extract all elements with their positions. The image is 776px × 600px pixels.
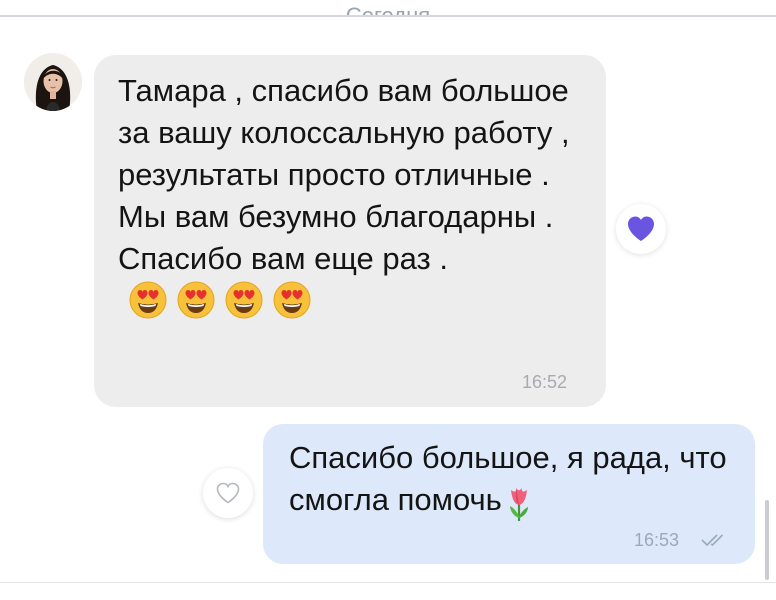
double-check-icon <box>701 534 724 547</box>
outgoing-message-text-block: Спасибо большое, я рада, что смогла помо… <box>289 437 739 522</box>
emoji-row <box>128 280 312 320</box>
purple-heart-icon <box>628 216 654 241</box>
incoming-message-text-block: Тамара , спасибо вам большое за вашу кол… <box>118 70 598 323</box>
like-button[interactable] <box>203 468 253 518</box>
heart-eyes-emoji <box>225 281 263 319</box>
date-separator: Сегодня <box>0 4 776 15</box>
outgoing-message-time: 16:53 <box>634 530 680 550</box>
heart-eyes-emoji <box>177 281 215 319</box>
avatar[interactable] <box>24 53 82 111</box>
scrollbar[interactable] <box>765 500 769 580</box>
tulip-emoji <box>509 488 528 521</box>
incoming-message-time: 16:52 <box>522 372 568 392</box>
header-divider <box>0 15 776 17</box>
heart-outline-icon <box>216 482 240 504</box>
heart-eyes-emoji <box>129 281 167 319</box>
message-reaction[interactable] <box>616 204 666 254</box>
heart-eyes-emoji <box>273 281 311 319</box>
incoming-message-text: Тамара , спасибо вам большое за вашу кол… <box>118 73 570 276</box>
composer-divider <box>0 582 776 583</box>
